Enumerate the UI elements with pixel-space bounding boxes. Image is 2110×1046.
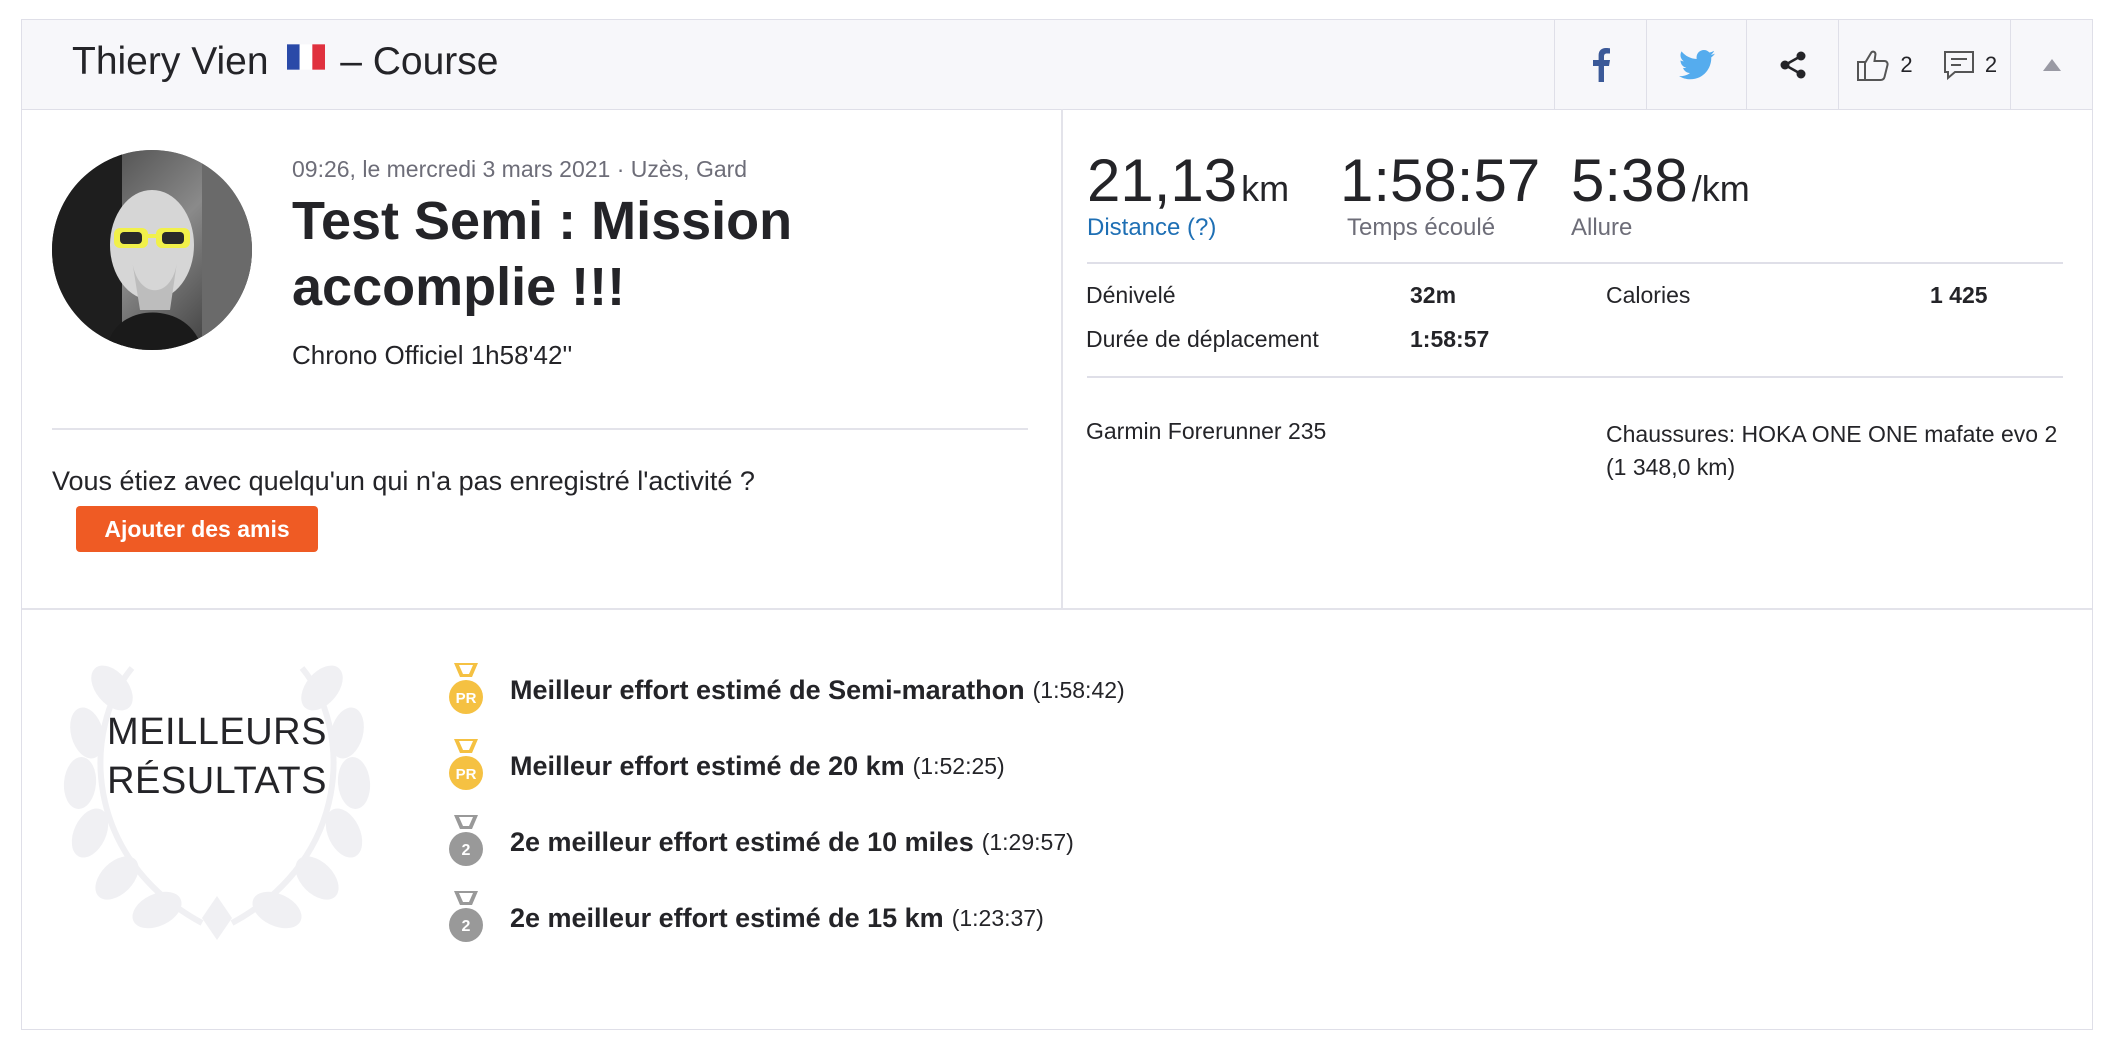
medal-label: PR <box>456 690 477 707</box>
stat-distance-value: 21,13 <box>1087 147 1238 214</box>
caret-up-icon <box>2042 58 2061 71</box>
medal-label: 2 <box>462 842 471 859</box>
second-place-medal-icon: 2 <box>449 891 483 942</box>
header-actions: 2 2 <box>1554 20 2092 109</box>
best-effort-time: (1:29:57) <box>981 828 1074 855</box>
twitter-icon <box>1678 49 1715 79</box>
best-efforts-heading-line1: MEILLEURS <box>107 711 327 753</box>
stat-elapsed-time: 1:58:57 Temps écoulé <box>1340 148 1540 242</box>
comment-button[interactable]: 2 <box>1930 20 2010 109</box>
add-friends-button[interactable]: Ajouter des amis <box>76 506 318 552</box>
activity-datetime-location: 09:26, le mercredi 3 mars 2021 · Uzès, G… <box>292 156 748 182</box>
activity-card: Thiery Vien – Course 2 2 09:26, le mercr… <box>21 19 2093 1030</box>
stat-distance-unit: km <box>1241 168 1290 209</box>
stat-pace: 5:38/km Allure <box>1571 148 1750 242</box>
best-effort-name[interactable]: 2e meilleur effort estimé de 15 km <box>510 903 944 934</box>
best-effort-time: (1:23:37) <box>951 904 1044 931</box>
with-someone-prompt: Vous étiez avec quelqu'un qui n'a pas en… <box>52 466 755 496</box>
pr-medal-icon: PR <box>449 739 483 790</box>
medal-label: PR <box>456 766 477 783</box>
page-title: Thiery Vien – Course <box>72 38 498 86</box>
avatar-photo <box>52 150 252 350</box>
thumbs-up-icon <box>1857 50 1889 81</box>
activity-description: Chrono Officiel 1h58'42'' <box>292 340 573 370</box>
shoes-info[interactable]: Chaussures: HOKA ONE ONE mafate evo 2 (1… <box>1606 418 2066 484</box>
comment-icon <box>1943 50 1974 80</box>
best-effort-name[interactable]: Meilleur effort estimé de Semi-marathon <box>510 675 1025 706</box>
activity-title: Test Semi : Mission accomplie !!! <box>292 191 793 317</box>
best-effort-item: PR Meilleur effort estimé de 20 km (1:52… <box>446 738 1005 794</box>
best-effort-time: (1:52:25) <box>912 752 1005 779</box>
best-effort-item: 2 2e meilleur effort estimé de 15 km (1:… <box>446 890 1044 946</box>
activity-type: – Course <box>340 40 499 83</box>
column-divider <box>1061 109 1063 608</box>
second-place-medal-icon: 2 <box>449 815 483 866</box>
activity-header: Thiery Vien – Course 2 2 <box>22 20 2092 110</box>
stat-pace-value: 5:38 <box>1571 147 1688 214</box>
device-name: Garmin Forerunner 235 <box>1086 418 1327 444</box>
calories-label: Calories <box>1606 282 1691 308</box>
best-effort-item: 2 2e meilleur effort estimé de 10 miles … <box>446 814 1074 870</box>
comment-count: 2 <box>1984 51 1998 77</box>
share-button[interactable] <box>1746 20 1838 109</box>
collapse-button[interactable] <box>2010 20 2092 109</box>
section-divider <box>22 608 2092 610</box>
kudos-button[interactable]: 2 <box>1838 20 1930 109</box>
calories-value: 1 425 <box>1930 282 1988 308</box>
stat-distance-label[interactable]: Distance (?) <box>1087 214 1289 242</box>
kudos-count: 2 <box>1900 51 1913 77</box>
stat-distance: 21,13 km Distance (?) <box>1087 148 1289 242</box>
best-effort-time: (1:58:42) <box>1032 676 1125 703</box>
divider <box>1087 262 2063 264</box>
moving-time-value: 1:58:57 <box>1410 326 1490 352</box>
medal-label: 2 <box>462 918 471 935</box>
share-icon <box>1780 51 1805 78</box>
pr-medal-icon: PR <box>449 663 483 714</box>
divider <box>52 428 1028 430</box>
twitter-share-button[interactable] <box>1646 20 1746 109</box>
elevation-value: 32m <box>1410 282 1457 308</box>
moving-time-label: Durée de déplacement <box>1086 326 1319 352</box>
divider <box>1087 376 2063 378</box>
best-effort-name[interactable]: Meilleur effort estimé de 20 km <box>510 751 905 782</box>
avatar[interactable] <box>52 150 252 350</box>
elevation-label: Dénivelé <box>1086 282 1176 308</box>
stat-elapsed-time-value: 1:58:57 <box>1340 147 1541 214</box>
stat-pace-unit: /km <box>1691 168 1750 209</box>
facebook-icon <box>1592 47 1610 82</box>
facebook-share-button[interactable] <box>1554 20 1646 109</box>
france-flag-icon <box>287 44 326 70</box>
athlete-name[interactable]: Thiery Vien <box>72 40 269 83</box>
stat-pace-label: Allure <box>1571 214 1633 241</box>
best-effort-item: PR Meilleur effort estimé de Semi-marath… <box>446 662 1125 718</box>
best-efforts-heading: MEILLEURS RÉSULTATS <box>52 708 382 806</box>
stat-elapsed-time-label: Temps écoulé <box>1347 214 1496 241</box>
best-efforts-heading-line2: RÉSULTATS <box>107 760 327 802</box>
best-effort-name[interactable]: 2e meilleur effort estimé de 10 miles <box>510 827 974 858</box>
